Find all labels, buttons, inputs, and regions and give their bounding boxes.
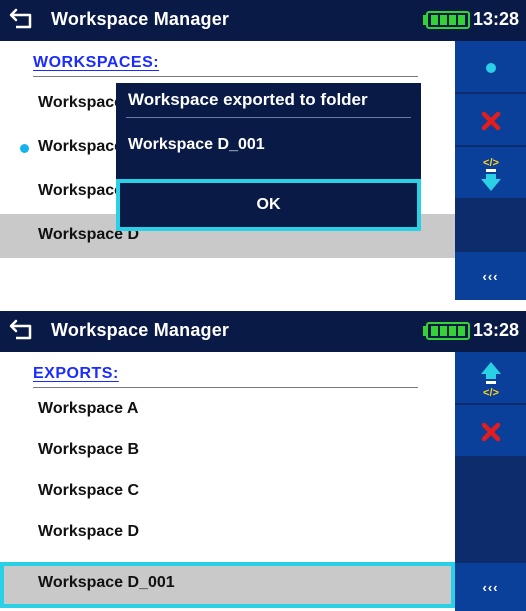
delete-button[interactable]: [455, 94, 526, 147]
delete-x-icon: [455, 405, 526, 458]
export-confirmation-dialog: Workspace exported to folder Workspace D…: [116, 83, 421, 231]
clock: 13:28: [473, 320, 520, 340]
more-options-button[interactable]: ‹‹‹: [455, 252, 526, 300]
list-item-label: Workspace D_001: [38, 574, 175, 591]
list-item-label: Workspace C: [38, 482, 140, 499]
list-item[interactable]: Workspace A: [0, 388, 455, 432]
back-arrow-icon[interactable]: [8, 318, 36, 347]
import-button[interactable]: </>: [455, 352, 526, 405]
delete-button[interactable]: [455, 405, 526, 458]
svg-text:</>: </>: [483, 157, 499, 169]
list-item-label: Workspace A: [38, 400, 139, 417]
delete-x-icon: [455, 94, 526, 147]
section-divider: [33, 76, 418, 77]
export-button[interactable]: </>: [455, 147, 526, 200]
exports-list-panel: EXPORTS: Workspace A Workspace B Workspa…: [0, 352, 455, 611]
back-arrow-icon[interactable]: [8, 7, 36, 36]
ok-button[interactable]: OK: [116, 179, 421, 231]
list-item[interactable]: Workspace C: [0, 470, 455, 514]
title-bar: Workspace Manager 13:28: [0, 311, 526, 352]
page-title: Workspace Manager: [51, 320, 230, 340]
section-header: EXPORTS:: [33, 365, 119, 382]
sidebar: </> ‹‹‹: [455, 41, 526, 300]
clock: 13:28: [473, 9, 520, 29]
battery-icon: [422, 322, 470, 345]
sidebar: </> ‹‹‹: [455, 352, 526, 611]
svg-text:</>: </>: [483, 387, 499, 398]
page-title: Workspace Manager: [51, 9, 230, 29]
open-workspace-button[interactable]: [455, 41, 526, 94]
list-item[interactable]: Workspace B: [0, 429, 455, 473]
title-bar: Workspace Manager 13:28: [0, 0, 526, 41]
export-down-icon: </>: [455, 147, 526, 200]
workspace-manager-screen-workspaces: Workspace Manager 13:28 WORKSPACES: Work…: [0, 0, 526, 300]
dialog-message: Workspace D_001: [128, 136, 265, 153]
list-item[interactable]: Workspace D: [0, 511, 455, 555]
list-item[interactable]: Workspace D_001: [0, 562, 455, 608]
workspace-manager-screen-exports: Workspace Manager 13:28 EXPORTS: Workspa…: [0, 311, 526, 611]
more-options-button[interactable]: ‹‹‹: [455, 563, 526, 611]
dialog-divider: [126, 117, 411, 118]
list-item-label: Workspace D: [38, 523, 140, 540]
list-item-label: Workspace B: [38, 441, 140, 458]
active-workspace-dot-icon: [20, 144, 29, 153]
dot-icon: [455, 41, 526, 94]
dialog-title: Workspace exported to folder: [128, 90, 368, 109]
import-up-icon: </>: [455, 352, 526, 405]
section-header: WORKSPACES:: [33, 54, 160, 71]
battery-icon: [422, 11, 470, 34]
